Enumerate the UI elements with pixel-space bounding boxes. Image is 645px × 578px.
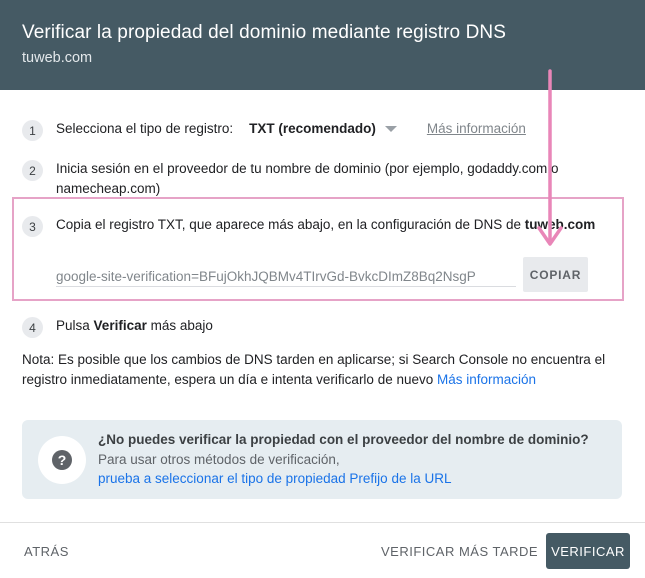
step-number: 4: [22, 317, 43, 338]
step-4-prefix: Pulsa: [56, 318, 90, 333]
verify-button[interactable]: VERIFICAR: [546, 533, 630, 569]
step-4-suffix: más abajo: [150, 318, 213, 333]
help-box: ? ¿No puedes verificar la propiedad con …: [22, 420, 622, 499]
help-box-title: ¿No puedes verificar la propiedad con el…: [98, 432, 589, 447]
more-info-link[interactable]: Más información: [427, 119, 526, 139]
step-3: 3 Copia el registro TXT, que aparece más…: [22, 215, 595, 237]
step-1-label: Selecciona el tipo de registro:: [56, 121, 234, 136]
step-number: 1: [22, 120, 43, 141]
step-2: 2 Inicia sesión en el proveedor de tu no…: [22, 159, 559, 199]
record-type-value: TXT (recomendado): [249, 121, 376, 136]
annotation-arrow-icon: [537, 69, 563, 246]
dialog-title: Verificar la propiedad del dominio media…: [22, 22, 507, 43]
note-line-2: registro inmediatamente, espera un día e…: [22, 372, 434, 387]
step-2-line-1: Inicia sesión en el proveedor de tu nomb…: [56, 161, 559, 176]
dns-note: Nota: Es posible que los cambios de DNS …: [22, 350, 627, 390]
step-2-line-2: namecheap.com): [56, 181, 161, 196]
txt-record-field[interactable]: google-site-verification=BFujOkhJQBMv4TI…: [56, 269, 516, 287]
step-3-text: Copia el registro TXT, que aparece más a…: [56, 217, 522, 232]
help-icon: ?: [52, 450, 72, 470]
step-number: 3: [22, 216, 43, 237]
back-button[interactable]: ATRÁS: [24, 544, 69, 559]
url-prefix-link[interactable]: prueba a seleccionar el tipo de propieda…: [98, 471, 451, 486]
dialog-domain: tuweb.com: [22, 50, 93, 66]
step-4-label: Pulsa Verificar más abajo: [56, 316, 213, 336]
step-number: 2: [22, 160, 43, 181]
copy-button[interactable]: COPIAR: [523, 257, 588, 292]
note-more-info-link[interactable]: Más información: [437, 372, 536, 387]
verify-later-button[interactable]: VERIFICAR MÁS TARDE: [381, 544, 538, 559]
dropdown-arrow-icon: [384, 126, 397, 132]
step-1: 1 Selecciona el tipo de registro: TXT (r…: [22, 119, 526, 141]
step-4-bold: Verificar: [93, 318, 147, 333]
footer-divider: [0, 522, 645, 523]
help-icon-container: ?: [38, 436, 86, 484]
note-line-1: Nota: Es posible que los cambios de DNS …: [22, 352, 606, 367]
record-type-select[interactable]: TXT (recomendado): [249, 119, 397, 139]
step-3-label: Copia el registro TXT, que aparece más a…: [56, 215, 595, 235]
step-2-label: Inicia sesión en el proveedor de tu nomb…: [56, 159, 559, 199]
step-4: 4 Pulsa Verificar más abajo: [22, 316, 213, 338]
help-box-description: Para usar otros métodos de verificación,: [98, 452, 340, 467]
